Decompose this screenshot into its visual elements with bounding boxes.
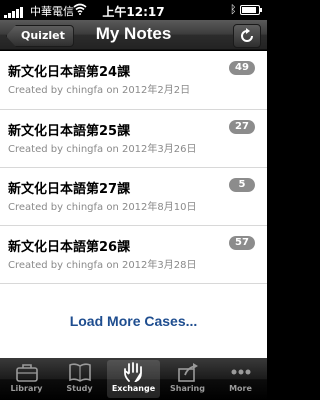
refresh-button[interactable] bbox=[233, 24, 261, 48]
share-arrow-icon bbox=[176, 362, 200, 382]
tab-study[interactable]: Study bbox=[53, 358, 106, 400]
navigation-bar: Quizlet My Notes bbox=[0, 20, 267, 50]
more-dots-icon bbox=[229, 362, 253, 382]
tab-bar: Library Study Exchange Sharing More bbox=[0, 358, 267, 400]
battery-fill bbox=[242, 7, 256, 13]
note-count-badge: 27 bbox=[229, 120, 255, 134]
note-count-badge: 57 bbox=[229, 236, 255, 250]
status-time: 上午12:17 bbox=[102, 5, 165, 19]
note-title: 新文化日本語第24課 bbox=[8, 65, 131, 80]
tab-label: Exchange bbox=[111, 384, 156, 393]
tab-label: Library bbox=[10, 384, 43, 393]
bluetooth-icon: ᛒ bbox=[230, 3, 237, 16]
briefcase-icon bbox=[15, 362, 39, 382]
note-subtitle: Created by chingfa on 2012年3月26日 bbox=[8, 144, 197, 155]
tab-label: Sharing bbox=[170, 384, 205, 393]
note-title: 新文化日本語第25課 bbox=[8, 124, 131, 139]
book-icon bbox=[68, 362, 92, 382]
note-subtitle: Created by chingfa on 2012年3月28日 bbox=[8, 260, 197, 271]
note-row[interactable]: 新文化日本語第25課 Created by chingfa on 2012年3月2… bbox=[0, 110, 267, 168]
note-title: 新文化日本語第27課 bbox=[8, 182, 131, 197]
tab-library[interactable]: Library bbox=[0, 358, 53, 400]
note-row[interactable]: 新文化日本語第27課 Created by chingfa on 2012年8月1… bbox=[0, 168, 267, 226]
note-title: 新文化日本語第26課 bbox=[8, 240, 131, 255]
page-title: My Notes bbox=[95, 24, 172, 43]
note-row[interactable]: 新文化日本語第24課 Created by chingfa on 2012年2月2… bbox=[0, 51, 267, 110]
tab-label: Study bbox=[66, 384, 93, 393]
battery-icon bbox=[240, 5, 262, 15]
note-subtitle: Created by chingfa on 2012年2月2日 bbox=[8, 85, 191, 96]
tab-exchange[interactable]: Exchange bbox=[107, 360, 160, 398]
note-row[interactable]: 新文化日本語第26課 Created by chingfa on 2012年3月2… bbox=[0, 226, 267, 284]
note-subtitle: Created by chingfa on 2012年8月10日 bbox=[8, 202, 197, 213]
hand-icon bbox=[122, 362, 146, 383]
notes-list: 新文化日本語第24課 Created by chingfa on 2012年2月2… bbox=[0, 51, 267, 358]
note-count-badge: 5 bbox=[229, 178, 255, 192]
refresh-icon bbox=[241, 28, 253, 42]
status-bar: 中華電信 上午12:17 ᛒ bbox=[0, 0, 267, 20]
tab-more[interactable]: More bbox=[214, 358, 267, 400]
tab-sharing[interactable]: Sharing bbox=[161, 358, 214, 400]
load-more-link[interactable]: Load More Cases... bbox=[0, 313, 267, 329]
tab-label: More bbox=[229, 384, 252, 393]
note-count-badge: 49 bbox=[229, 61, 255, 75]
